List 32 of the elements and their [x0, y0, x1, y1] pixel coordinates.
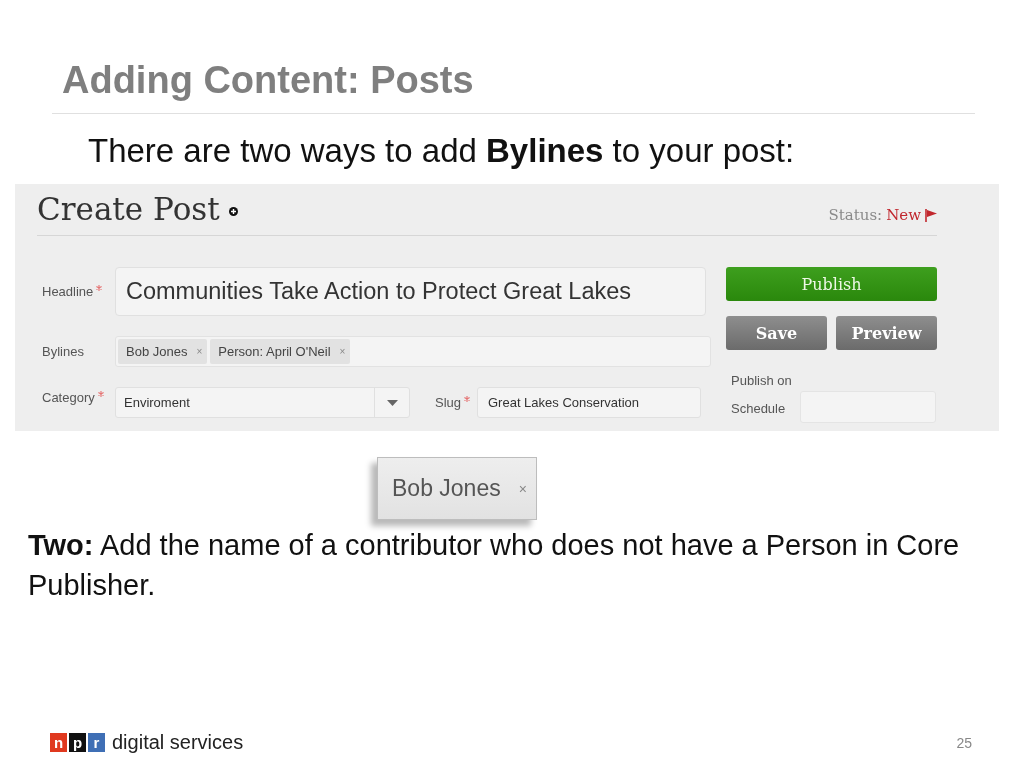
remove-tag-button[interactable]: × [339, 345, 346, 358]
logo-letter: n [50, 733, 67, 752]
slug-field[interactable]: Great Lakes Conservation [477, 387, 701, 418]
bylines-field[interactable]: Bob Jones × Person: April O'Neil × [115, 336, 711, 367]
tag-name: Bob Jones [392, 475, 501, 502]
remove-tag-button[interactable]: × [518, 480, 527, 497]
status-label: Status: [828, 205, 883, 225]
caret-icon [386, 399, 398, 406]
category-select[interactable]: Enviroment [115, 387, 410, 418]
logo-letter: p [69, 733, 86, 752]
page-number: 25 [956, 734, 972, 751]
logo-text: digital services [112, 731, 244, 754]
tag-name: Person: April O'Neil [218, 344, 331, 359]
logo-letter: r [88, 733, 105, 752]
tag-name: Bob Jones [126, 344, 188, 359]
intro-text: There are two ways to add Bylines to your post: [88, 131, 795, 171]
action-button[interactable]: Preview [836, 316, 937, 350]
field-label: Category [42, 389, 95, 407]
status-value: New [886, 205, 921, 225]
action-button[interactable]: Save [726, 316, 827, 350]
field-label: Slug [435, 393, 462, 412]
form-title: Create Post [37, 191, 220, 228]
field-label: Bylines [42, 342, 84, 361]
field-label: Headline [42, 282, 94, 301]
action-button[interactable]: Publish [726, 267, 937, 301]
flag-icon [925, 208, 937, 222]
body-text: Two: Add the name of a contributor who does not have a Person in Core Publisher. [28, 528, 961, 603]
schedule-label: Publish on Schedule [730, 372, 793, 418]
plus-circle-icon [228, 207, 238, 216]
headline-field[interactable]: Communities Take Action to Protect Great Lakes [115, 267, 706, 316]
remove-tag-button[interactable]: × [196, 345, 203, 358]
slide-title: Adding Content: Posts [62, 58, 474, 103]
